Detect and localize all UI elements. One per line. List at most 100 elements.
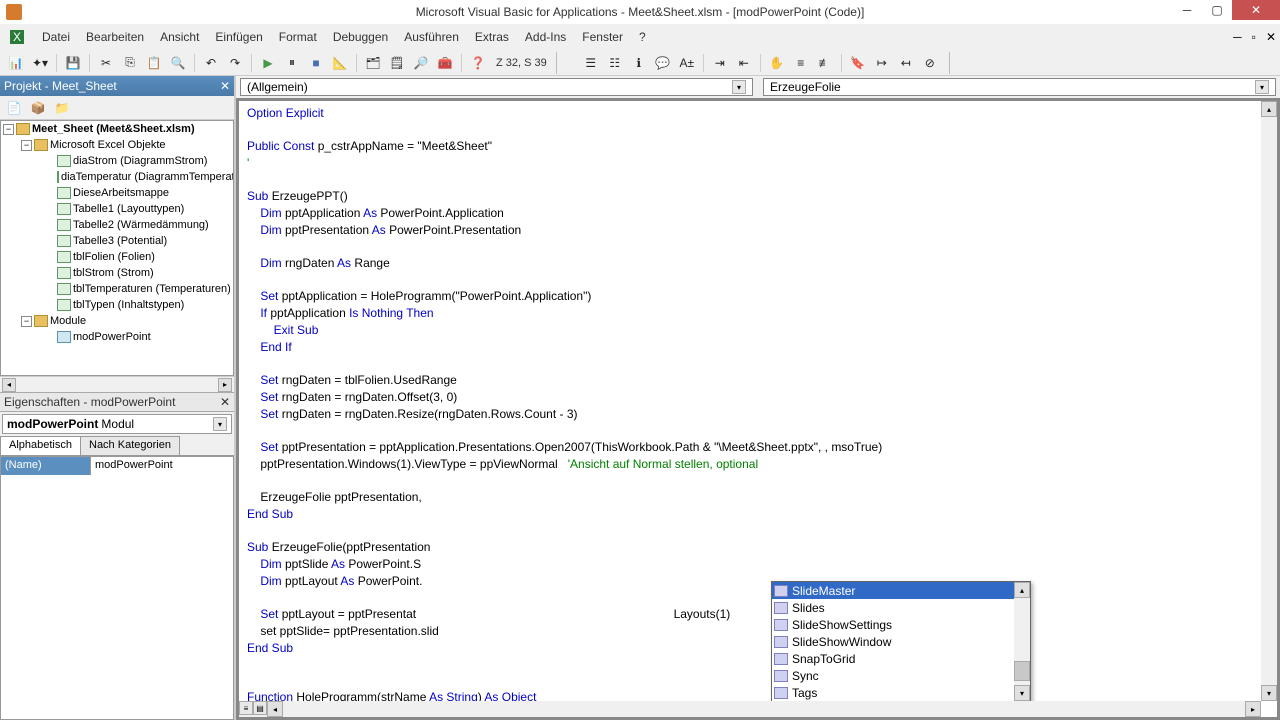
complete-word-icon[interactable]: A± (677, 53, 697, 73)
minimize-button[interactable]: ─ (1172, 0, 1202, 20)
properties-grid[interactable]: (Name) modPowerPoint (0, 456, 234, 720)
procedure-view-icon[interactable]: ≡ (239, 701, 253, 715)
tree-item[interactable]: Tabelle1 (Layouttypen) (73, 203, 184, 215)
tree-item[interactable]: Tabelle3 (Potential) (73, 235, 167, 247)
intellisense-item[interactable]: SlideShowSettings (772, 616, 1014, 633)
scroll-right-icon[interactable]: ▸ (1245, 701, 1261, 717)
prop-row[interactable]: (Name) modPowerPoint (1, 457, 233, 475)
menu-help[interactable]: ? (631, 30, 654, 44)
reset-icon[interactable]: ■ (306, 53, 326, 73)
expand-icon[interactable]: − (21, 316, 32, 327)
uncomment-block-icon[interactable]: ≢ (815, 53, 835, 73)
tree-root[interactable]: Meet_Sheet (Meet&Sheet.xlsm) (32, 123, 195, 135)
close-button[interactable]: ✕ (1232, 0, 1280, 20)
mdi-restore[interactable]: ▫ (1252, 30, 1256, 44)
tree-module[interactable]: modPowerPoint (73, 331, 151, 343)
tree-item[interactable]: tblTemperaturen (Temperaturen) (73, 283, 231, 295)
prop-value-cell[interactable]: modPowerPoint (91, 457, 233, 475)
mdi-minimize[interactable]: ─ (1233, 30, 1242, 44)
run-icon[interactable]: ▶ (258, 53, 278, 73)
excel-icon[interactable]: X (6, 26, 28, 48)
tree-item[interactable]: Tabelle2 (Wärmedämmung) (73, 219, 209, 231)
toggle-folders-icon[interactable]: 📁 (52, 98, 72, 118)
project-panel-close[interactable]: ✕ (220, 79, 230, 93)
toolbox-icon[interactable]: 🧰 (435, 53, 455, 73)
object-browser-icon[interactable]: 🔎 (411, 53, 431, 73)
tree-item[interactable]: diaStrom (DiagrammStrom) (73, 155, 207, 167)
props-panel-close[interactable]: ✕ (220, 395, 230, 409)
comment-block-icon[interactable]: ≡ (791, 53, 811, 73)
menu-extras[interactable]: Extras (467, 30, 517, 44)
intellisense-item[interactable]: Slides (772, 599, 1014, 616)
chevron-down-icon[interactable]: ▾ (1255, 80, 1269, 94)
view-object-icon[interactable]: 📦 (28, 98, 48, 118)
breakpoint-icon[interactable]: ✋ (767, 53, 787, 73)
props-object-combo[interactable]: modPowerPoint Modul ▾ (2, 414, 232, 434)
menu-debuggen[interactable]: Debuggen (325, 30, 396, 44)
paste-icon[interactable]: 📋 (144, 53, 164, 73)
code-hscroll[interactable]: ≡ ▤ ◂ ▸ (239, 701, 1261, 717)
menu-bearbeiten[interactable]: Bearbeiten (78, 30, 152, 44)
menu-datei[interactable]: Datei (34, 30, 78, 44)
design-mode-icon[interactable]: 📐 (330, 53, 350, 73)
tree-item[interactable]: DieseArbeitsmappe (73, 187, 169, 199)
list-properties-icon[interactable]: ☰ (581, 53, 601, 73)
list-constants-icon[interactable]: ☷ (605, 53, 625, 73)
help-icon[interactable]: ❓ (468, 53, 488, 73)
properties-icon[interactable]: 🗒 (387, 53, 407, 73)
menu-einfuegen[interactable]: Einfügen (207, 30, 270, 44)
tree-item[interactable]: tblFolien (Folien) (73, 251, 155, 263)
chevron-down-icon[interactable]: ▾ (732, 80, 746, 94)
intellisense-scrollbar[interactable]: ▴ ▾ (1014, 582, 1030, 701)
save-icon[interactable]: 💾 (63, 53, 83, 73)
tree-item[interactable]: tblStrom (Strom) (73, 267, 154, 279)
clear-bookmarks-icon[interactable]: ⊘ (920, 53, 940, 73)
outdent-icon[interactable]: ⇤ (734, 53, 754, 73)
scroll-down-icon[interactable]: ▾ (1261, 685, 1277, 701)
intellisense-item[interactable]: SlideShowWindow (772, 633, 1014, 650)
break-icon[interactable]: ⏸ (282, 53, 302, 73)
toggle-bookmark-icon[interactable]: 🔖 (848, 53, 868, 73)
object-combo[interactable]: (Allgemein) ▾ (240, 78, 753, 96)
redo-icon[interactable]: ↷ (225, 53, 245, 73)
find-icon[interactable]: 🔍 (168, 53, 188, 73)
intellisense-item[interactable]: SlideMaster (772, 582, 1014, 599)
indent-icon[interactable]: ⇥ (710, 53, 730, 73)
copy-icon[interactable]: ⎘ (120, 53, 140, 73)
cut-icon[interactable]: ✂ (96, 53, 116, 73)
quick-info-icon[interactable]: ℹ (629, 53, 649, 73)
menu-format[interactable]: Format (271, 30, 325, 44)
view-excel-icon[interactable]: 📊 (6, 53, 26, 73)
scroll-down-icon[interactable]: ▾ (1014, 685, 1030, 701)
scroll-thumb[interactable] (1014, 661, 1030, 681)
insert-module-icon[interactable]: ✦▾ (30, 53, 50, 73)
mdi-close[interactable]: ✕ (1266, 30, 1276, 44)
tree-module-folder[interactable]: Module (50, 315, 86, 327)
tab-alphabetical[interactable]: Alphabetisch (0, 436, 81, 455)
tree-hscroll[interactable]: ◂ ▸ (0, 376, 234, 392)
undo-icon[interactable]: ↶ (201, 53, 221, 73)
scroll-left-icon[interactable]: ◂ (2, 378, 16, 392)
tree-item[interactable]: tblTypen (Inhaltstypen) (73, 299, 184, 311)
maximize-button[interactable]: ▢ (1202, 0, 1232, 20)
procedure-combo[interactable]: ErzeugeFolie ▾ (763, 78, 1276, 96)
intellisense-popup[interactable]: SlideMaster Slides SlideShowSettings Sli… (771, 581, 1031, 702)
scroll-right-icon[interactable]: ▸ (218, 378, 232, 392)
full-module-view-icon[interactable]: ▤ (253, 701, 267, 715)
project-tree[interactable]: −Meet_Sheet (Meet&Sheet.xlsm) −Microsoft… (0, 120, 234, 376)
menu-addins[interactable]: Add-Ins (517, 30, 574, 44)
tree-excel-objects[interactable]: Microsoft Excel Objekte (50, 139, 166, 151)
view-code-icon[interactable]: 📄 (4, 98, 24, 118)
expand-icon[interactable]: − (3, 124, 14, 135)
chevron-down-icon[interactable]: ▾ (213, 417, 227, 431)
expand-icon[interactable]: − (21, 140, 32, 151)
menu-ansicht[interactable]: Ansicht (152, 30, 207, 44)
scroll-up-icon[interactable]: ▴ (1261, 101, 1277, 117)
code-vscroll[interactable]: ▴ ▾ (1261, 101, 1277, 701)
code-editor[interactable]: Option Explicit Public Const p_cstrAppNa… (238, 100, 1278, 718)
prev-bookmark-icon[interactable]: ↤ (896, 53, 916, 73)
menu-ausfuehren[interactable]: Ausführen (396, 30, 467, 44)
scroll-up-icon[interactable]: ▴ (1014, 582, 1030, 598)
scroll-left-icon[interactable]: ◂ (267, 701, 283, 717)
menu-fenster[interactable]: Fenster (574, 30, 631, 44)
